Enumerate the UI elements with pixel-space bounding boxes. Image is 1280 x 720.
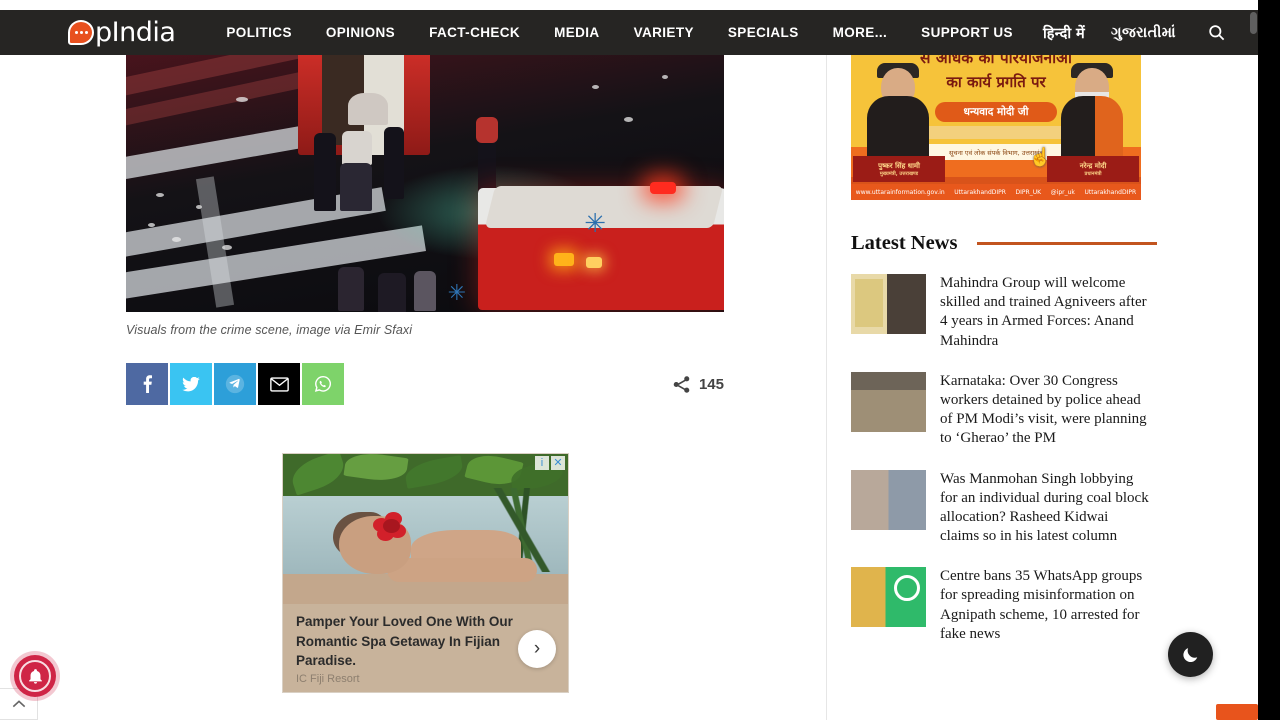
news-list-item[interactable]: Was Manmohan Singh lobbying for an indiv… xyxy=(851,469,1151,547)
sidebar-ad-badge: धन्यवाद मोदी जी xyxy=(963,106,1029,118)
news-item-title: Was Manmohan Singh lobbying for an indiv… xyxy=(940,470,1149,545)
nav-item-more[interactable]: MORE... xyxy=(816,25,905,40)
sidebar-ad-subtext: सूचना एवं लोक संपर्क विभाग, उत्तराखंड xyxy=(949,148,1043,157)
nav-item-variety[interactable]: VARIETY xyxy=(617,25,711,40)
share-email-button[interactable] xyxy=(258,363,300,405)
article-hero-image: ✳ ✳ xyxy=(126,45,724,312)
nav-item-support-us[interactable]: SUPPORT US xyxy=(904,25,1030,40)
sidebar-ad-footer: www.uttarainformation.gov.in Uttarakhand… xyxy=(851,184,1141,200)
share-count-widget[interactable]: 145 xyxy=(671,374,724,395)
share-buttons-row: 145 xyxy=(126,363,724,405)
news-thumbnail xyxy=(851,371,926,432)
adchoices-info-icon[interactable]: i xyxy=(535,456,549,470)
ad-close-icon[interactable]: ✕ xyxy=(551,456,565,470)
bottom-orange-element xyxy=(1216,704,1258,720)
news-list-item[interactable]: Centre bans 35 WhatsApp groups for sprea… xyxy=(851,567,1151,644)
news-item-title: Karnataka: Over 30 Congress workers deta… xyxy=(940,372,1147,447)
latest-news-list: Mahindra Group will welcome skilled and … xyxy=(851,274,1151,665)
ad-headline: Pamper Your Loved One With Our Romantic … xyxy=(296,614,513,669)
latest-news-title: Latest News xyxy=(851,232,958,254)
inline-advertisement[interactable]: i ✕ Pamper Your Loved One With Our Roman… xyxy=(282,453,569,693)
news-item-title: Centre bans 35 WhatsApp groups for sprea… xyxy=(940,568,1143,642)
nav-item-media[interactable]: MEDIA xyxy=(537,25,617,40)
nav-item-specials[interactable]: SPECIALS xyxy=(711,25,816,40)
right-sidebar: 61 लाख 45 हजार करोड़ से अधिक की परियोजना… xyxy=(826,10,1258,720)
screen-right-margin xyxy=(1258,0,1280,720)
share-facebook-button[interactable] xyxy=(126,363,168,405)
ad-controls: i ✕ xyxy=(535,456,565,470)
news-item-title: Mahindra Group will welcome skilled and … xyxy=(940,275,1147,349)
share-count-value: 145 xyxy=(698,375,724,393)
news-thumbnail xyxy=(851,567,926,628)
news-thumbnail xyxy=(851,274,926,334)
news-thumbnail xyxy=(851,469,926,530)
crime-scene-photo: ✳ ✳ xyxy=(126,45,724,312)
nav-item-politics[interactable]: POLITICS xyxy=(209,25,308,40)
search-icon[interactable] xyxy=(1203,19,1231,47)
main-navigation: POLITICS OPINIONS FACT-CHECK MEDIA VARIE… xyxy=(209,19,1231,47)
nav-item-gujarati[interactable]: ગુજરાતીમાં xyxy=(1098,25,1189,41)
politician-right-name: नरेन्द्र मोदी प्रधानमंत्री xyxy=(1047,156,1139,182)
browser-page: pIndia POLITICS OPINIONS FACT-CHECK MEDI… xyxy=(0,0,1258,720)
article-main-column: ✳ ✳ Visuals from the crime scene, image … xyxy=(0,45,826,720)
ad-advertiser-name: IC Fiji Resort xyxy=(296,673,360,685)
share-whatsapp-button[interactable] xyxy=(302,363,344,405)
news-list-item[interactable]: Karnataka: Over 30 Congress workers deta… xyxy=(851,371,1151,449)
nav-item-opinions[interactable]: OPINIONS xyxy=(309,25,412,40)
flower-decoration xyxy=(373,512,407,542)
page-scrollbar-thumb[interactable] xyxy=(1250,12,1257,34)
ad-next-button[interactable]: › xyxy=(518,630,556,668)
share-telegram-button[interactable] xyxy=(214,363,256,405)
notification-bell-widget[interactable] xyxy=(14,655,56,697)
politician-left-name: पुष्कर सिंह धामी मुख्यमंत्री, उत्तराखण्ड xyxy=(853,156,945,182)
header-rule xyxy=(977,242,1157,245)
speech-bubble-icon xyxy=(68,20,94,45)
nav-item-hindi[interactable]: हिन्दी में xyxy=(1030,23,1098,43)
image-caption: Visuals from the crime scene, image via … xyxy=(126,323,413,337)
logo-text: pIndia xyxy=(95,17,176,48)
screen: pIndia POLITICS OPINIONS FACT-CHECK MEDI… xyxy=(0,0,1280,720)
dark-mode-toggle[interactable] xyxy=(1168,632,1213,677)
browser-top-strip xyxy=(0,0,1258,10)
nav-item-fact-check[interactable]: FACT-CHECK xyxy=(412,25,537,40)
ad-text-container: Pamper Your Loved One With Our Romantic … xyxy=(283,604,568,692)
share-twitter-button[interactable] xyxy=(170,363,212,405)
site-logo[interactable]: pIndia xyxy=(68,17,176,48)
latest-news-header: Latest News xyxy=(851,232,1157,255)
site-header: pIndia POLITICS OPINIONS FACT-CHECK MEDI… xyxy=(0,10,1258,55)
ad-image xyxy=(283,454,568,614)
news-list-item[interactable]: Mahindra Group will welcome skilled and … xyxy=(851,274,1151,351)
